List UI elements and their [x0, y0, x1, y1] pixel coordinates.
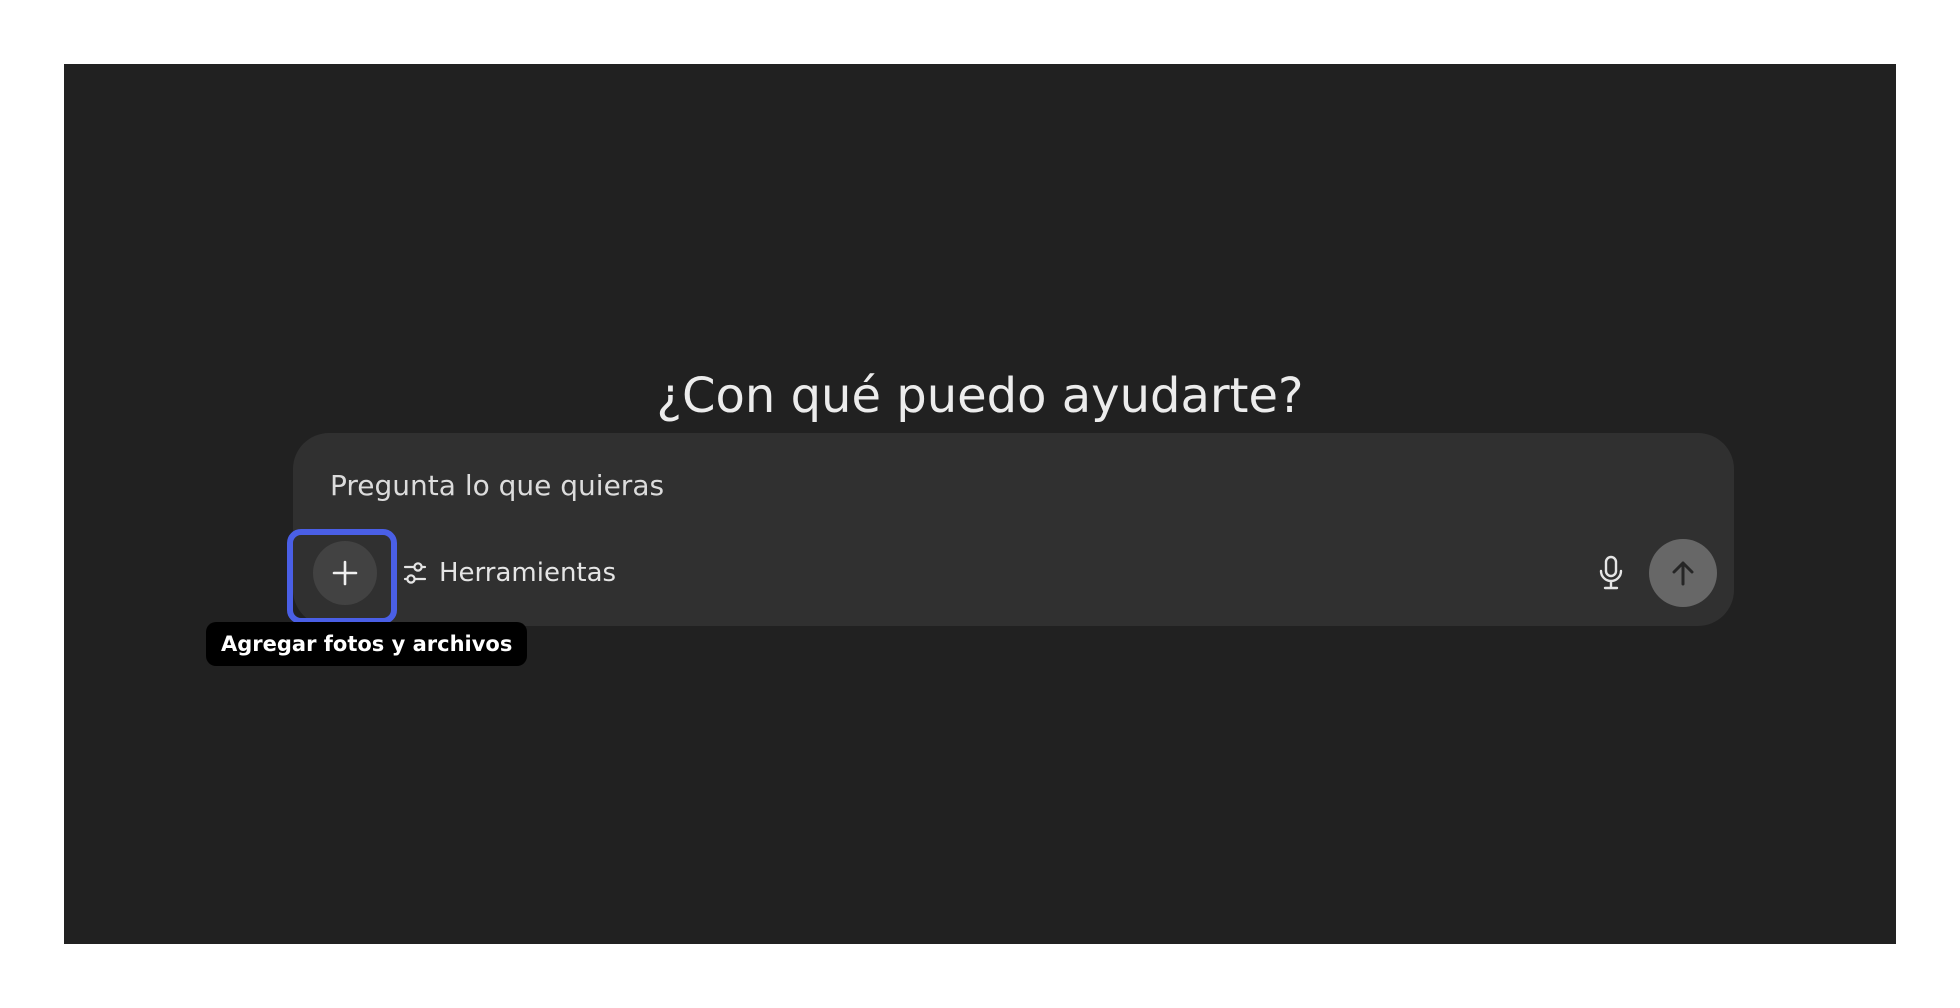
plus-icon	[332, 560, 358, 586]
add-files-button[interactable]	[313, 541, 377, 605]
prompt-input[interactable]: Pregunta lo que quieras	[330, 468, 664, 504]
sliders-icon	[403, 562, 427, 584]
arrow-up-icon	[1672, 561, 1694, 586]
chat-window: ¿Con qué puedo ayudarte? Pregunta lo que…	[64, 64, 1896, 944]
tools-button[interactable]: Herramientas	[403, 550, 616, 596]
tools-label: Herramientas	[439, 558, 617, 588]
voice-input-button[interactable]	[1590, 552, 1632, 594]
composer-toolbar: Herramientas	[287, 529, 1734, 624]
microphone-icon	[1599, 555, 1623, 590]
add-files-tooltip: Agregar fotos y archivos	[206, 622, 528, 666]
send-button[interactable]	[1649, 539, 1717, 607]
composer: Pregunta lo que quieras Herramientas	[287, 433, 1734, 626]
page-title: ¿Con qué puedo ayudarte?	[656, 368, 1304, 424]
